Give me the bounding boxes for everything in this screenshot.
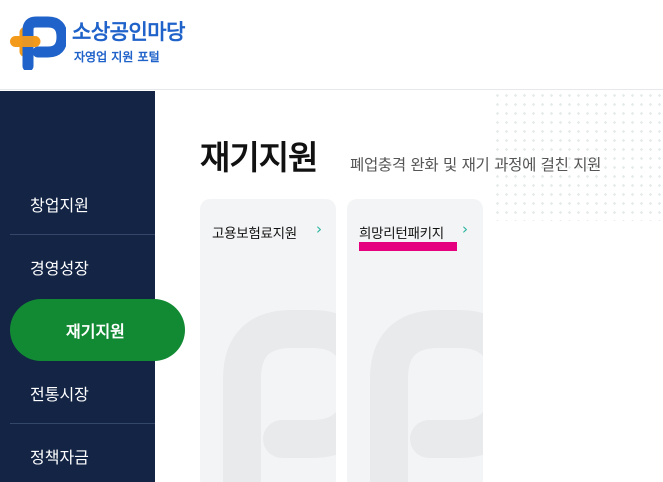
card-hope-return-package[interactable]: 희망리턴패키지 ›	[347, 199, 483, 482]
logo-subtitle: 자영업 지원 포털	[74, 50, 160, 64]
sidebar-item-funding[interactable]: 정책자금	[10, 425, 155, 482]
card-watermark-icon	[223, 310, 336, 482]
sidebar-item-growth[interactable]: 경영성장	[10, 236, 155, 298]
main-content: 재기지원 폐업충격 완화 및 재기 과정에 걸친 지원 고용보험료지원 › 희망…	[155, 91, 663, 482]
logo-title: 소상공인마당	[72, 20, 185, 44]
chevron-right-icon: ›	[316, 220, 322, 238]
site-logo[interactable]: 소상공인마당 자영업 지원 포털	[8, 14, 193, 70]
card-watermark-icon	[370, 310, 483, 482]
page-title: 재기지원	[200, 138, 318, 177]
card-label: 고용보험료지원	[212, 226, 297, 242]
site-header: 소상공인마당 자영업 지원 포털	[0, 0, 663, 90]
sidebar-item-market[interactable]: 전통시장	[10, 362, 155, 424]
card-label: 희망리턴패키지	[359, 226, 444, 242]
logo-p-plus-icon	[10, 16, 66, 70]
sidebar-item-recovery[interactable]: 재기지원	[10, 299, 185, 361]
page-description: 폐업충격 완화 및 재기 과정에 걸친 지원	[350, 156, 602, 174]
sidebar-nav: 창업지원 경영성장 재기지원 전통시장 정책자금	[0, 91, 185, 482]
highlight-underline	[359, 242, 457, 251]
card-employment-insurance[interactable]: 고용보험료지원 ›	[200, 199, 336, 482]
chevron-right-icon: ›	[462, 220, 468, 238]
sidebar-item-startup[interactable]: 창업지원	[10, 173, 155, 235]
